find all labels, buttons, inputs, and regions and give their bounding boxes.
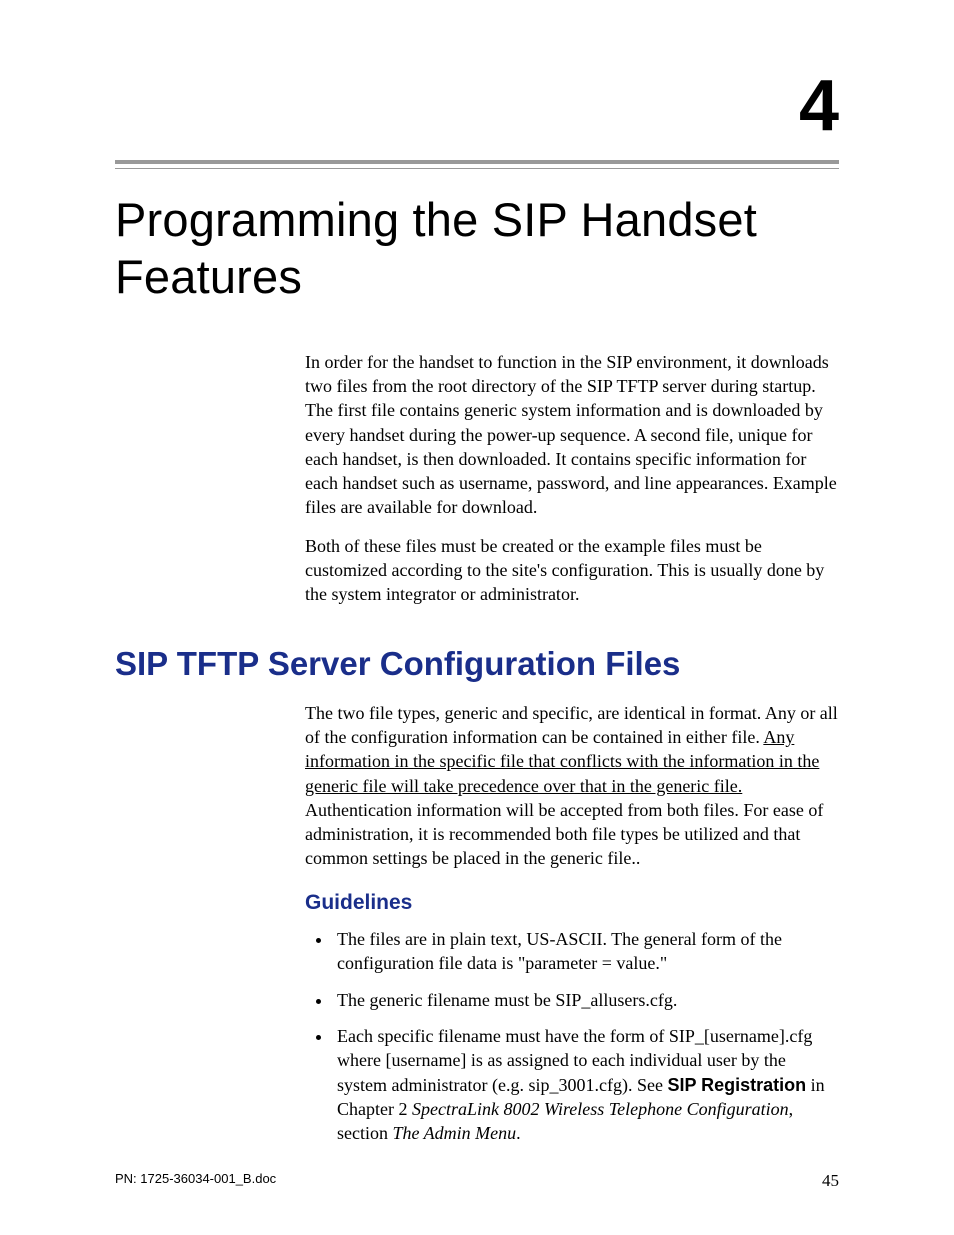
b3-part-d: . xyxy=(516,1123,521,1143)
chapter-number: 4 xyxy=(115,70,839,142)
b3-italic-1: SpectraLink 8002 Wireless Telephone Conf… xyxy=(412,1099,789,1119)
divider-thin xyxy=(115,168,839,169)
document-page: 4 Programming the SIP Handset Features I… xyxy=(0,0,954,1235)
footer-left: PN: 1725-36034-001_B.doc xyxy=(115,1171,276,1186)
chapter-title: Programming the SIP Handset Features xyxy=(115,191,839,306)
page-footer: PN: 1725-36034-001_B.doc 45 xyxy=(115,1171,839,1191)
divider-thick xyxy=(115,160,839,164)
intro-block: In order for the handset to function in … xyxy=(305,350,839,607)
b3-italic-2: The Admin Menu xyxy=(393,1123,517,1143)
guidelines-list: The files are in plain text, US-ASCII. T… xyxy=(305,927,839,1145)
section-title: SIP TFTP Server Configuration Files xyxy=(115,645,839,683)
guidelines-heading: Guidelines xyxy=(305,889,839,917)
section-paragraph-1: The two file types, generic and specific… xyxy=(305,701,839,871)
section-p1-part-b: Authentication information will be accep… xyxy=(305,800,823,869)
section-body: The two file types, generic and specific… xyxy=(305,701,839,1146)
list-item: Each specific filename must have the for… xyxy=(333,1024,839,1145)
b3-bold: SIP Registration xyxy=(667,1075,806,1095)
intro-paragraph-1: In order for the handset to function in … xyxy=(305,350,839,520)
intro-paragraph-2: Both of these files must be created or t… xyxy=(305,534,839,607)
section-p1-part-a: The two file types, generic and specific… xyxy=(305,703,838,747)
list-item: The files are in plain text, US-ASCII. T… xyxy=(333,927,839,976)
footer-page-number: 45 xyxy=(822,1171,839,1191)
list-item: The generic filename must be SIP_alluser… xyxy=(333,988,839,1012)
